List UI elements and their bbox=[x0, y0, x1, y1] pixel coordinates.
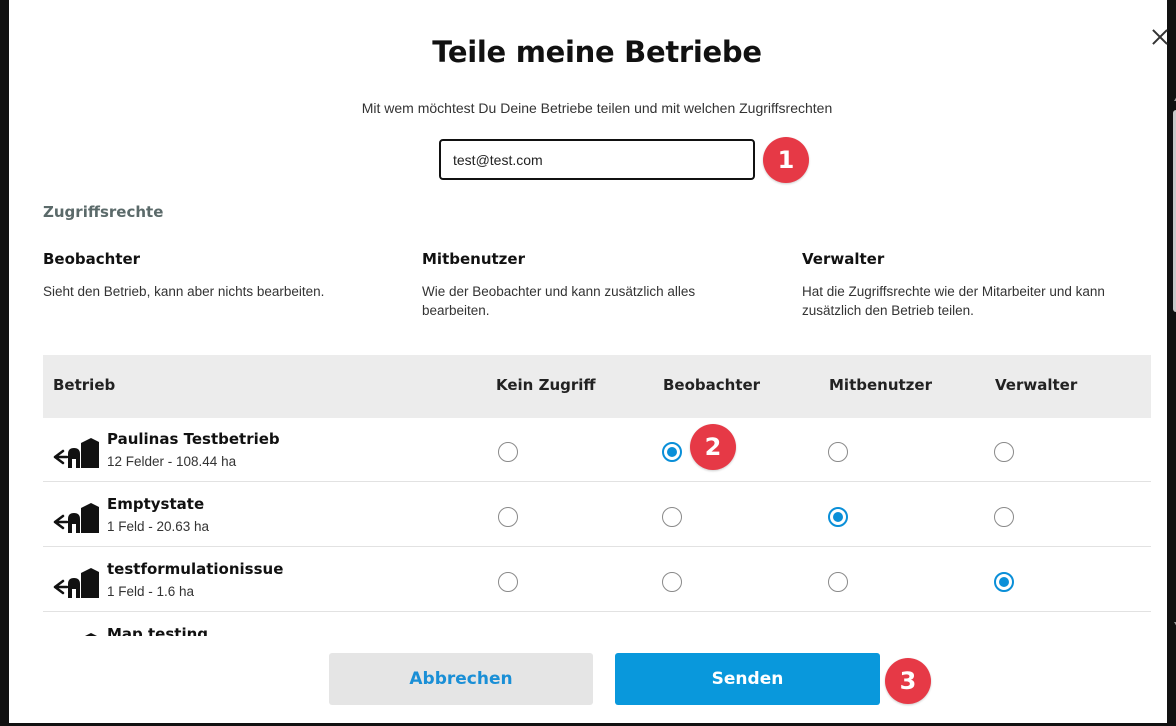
role-description: Wie der Beobachter und kann zusätzlich a… bbox=[422, 284, 696, 318]
radio-mitbenutzer[interactable] bbox=[828, 442, 848, 462]
farm-list[interactable]: Paulinas Testbetrieb 12 Felder - 108.44 … bbox=[43, 418, 1151, 636]
radio-verwalter[interactable] bbox=[994, 507, 1014, 527]
shared-farm-icon bbox=[53, 503, 99, 533]
step-marker-3: 3 bbox=[885, 658, 931, 704]
radio-mitbenutzer[interactable] bbox=[828, 572, 848, 592]
shared-farm-icon bbox=[53, 438, 99, 468]
farm-name: Emptystate bbox=[107, 495, 205, 513]
radio-kein-zugriff[interactable] bbox=[498, 442, 518, 462]
radio-beobachter[interactable] bbox=[662, 572, 682, 592]
table-row: Paulinas Testbetrieb 12 Felder - 108.44 … bbox=[43, 418, 1151, 482]
step-marker-2: 2 bbox=[690, 424, 736, 470]
role-title: Verwalter bbox=[802, 250, 885, 268]
cancel-button[interactable]: Abbrechen bbox=[329, 653, 593, 705]
radio-beobachter[interactable] bbox=[662, 507, 682, 527]
farm-info: 12 Felder - 108.44 ha bbox=[107, 454, 237, 469]
farm-name: testformulationissue bbox=[107, 560, 284, 578]
radio-kein-zugriff[interactable] bbox=[498, 572, 518, 592]
column-header-mitbenutzer: Mitbenutzer bbox=[829, 376, 932, 394]
radio-mitbenutzer[interactable] bbox=[828, 507, 848, 527]
share-dialog: Teile meine Betriebe Mit wem möchtest Du… bbox=[0, 0, 1176, 726]
role-description: Hat die Zugriffsrechte wie der Mitarbeit… bbox=[802, 284, 1105, 318]
email-input[interactable] bbox=[439, 139, 755, 180]
radio-verwalter[interactable] bbox=[994, 572, 1014, 592]
radio-kein-zugriff[interactable] bbox=[498, 507, 518, 527]
role-title: Mitbenutzer bbox=[422, 250, 525, 268]
dialog-subtitle: Mit wem möchtest Du Deine Betriebe teile… bbox=[361, 100, 833, 116]
radio-verwalter[interactable] bbox=[994, 442, 1014, 462]
table-row: testformulationissue 1 Feld - 1.6 ha bbox=[43, 548, 1151, 612]
farm-icon bbox=[85, 633, 97, 636]
radio-beobachter[interactable] bbox=[662, 442, 682, 462]
table-row: Emptystate 1 Feld - 20.63 ha bbox=[43, 483, 1151, 547]
scrollbar[interactable] bbox=[1172, 96, 1176, 632]
shared-farm-icon bbox=[53, 568, 99, 598]
farm-name: Map testing bbox=[107, 625, 209, 636]
table-header bbox=[43, 355, 1151, 418]
column-header-kein-zugriff: Kein Zugriff bbox=[496, 376, 596, 394]
access-rights-label: Zugriffsrechte bbox=[43, 203, 164, 221]
send-button[interactable]: Senden bbox=[615, 653, 880, 705]
farm-info: 1 Feld - 20.63 ha bbox=[107, 519, 210, 534]
role-description: Sieht den Betrieb, kann aber nichts bear… bbox=[43, 284, 325, 299]
column-header-beobachter: Beobachter bbox=[663, 376, 761, 394]
table-row: Map testing bbox=[43, 613, 1151, 636]
role-mitbenutzer: Mitbenutzer Wie der Beobachter und kann … bbox=[422, 250, 762, 320]
column-header-verwalter: Verwalter bbox=[995, 376, 1078, 394]
role-verwalter: Verwalter Hat die Zugriffsrechte wie der… bbox=[802, 250, 1152, 320]
column-header-betrieb: Betrieb bbox=[53, 376, 116, 394]
step-marker-1: 1 bbox=[763, 137, 809, 183]
farm-name: Paulinas Testbetrieb bbox=[107, 430, 280, 448]
role-beobachter: Beobachter Sieht den Betrieb, kann aber … bbox=[43, 250, 393, 301]
role-title: Beobachter bbox=[43, 250, 141, 268]
farm-info: 1 Feld - 1.6 ha bbox=[107, 584, 195, 599]
dialog-title: Teile meine Betriebe bbox=[432, 35, 762, 69]
